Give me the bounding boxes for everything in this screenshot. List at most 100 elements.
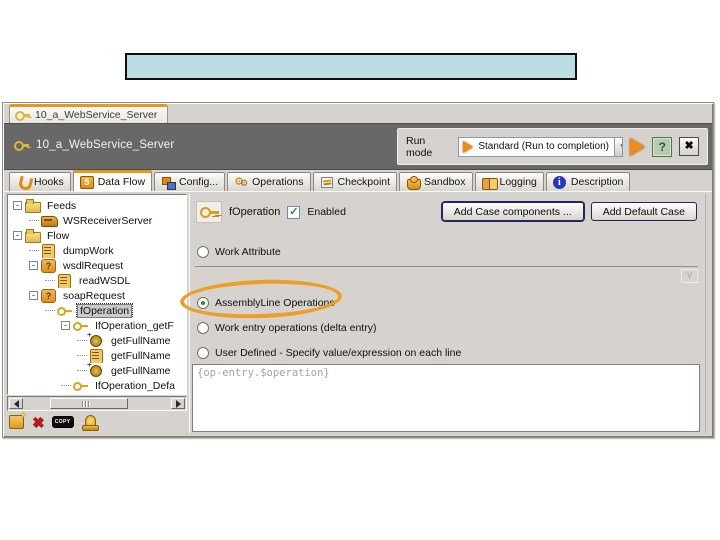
close-button[interactable]: ✖ (679, 137, 699, 156)
component-tree: - Feeds WSReceiverServer - Flow dumpWork - wsdl… (7, 194, 187, 395)
collapse-expander-icon[interactable]: - (61, 321, 70, 330)
tree-item-wsreceiverserver[interactable]: WSReceiverServer (8, 213, 186, 228)
tree-connector-line (77, 355, 87, 356)
radio-button[interactable] (197, 297, 209, 309)
func-icon (87, 363, 105, 377)
work-attribute-select[interactable]: ∨ (195, 266, 698, 283)
tab-description[interactable]: Description (545, 172, 631, 191)
tree-item-label: getFullName (111, 364, 171, 377)
tree-connector-line (45, 280, 55, 281)
collapse-expander-icon[interactable]: - (13, 231, 22, 240)
tree-item-label: soapRequest (63, 289, 125, 302)
tree-item-readwsdl[interactable]: readWSDL (8, 273, 186, 288)
choice-icon (41, 289, 57, 303)
radio-label: Work Attribute (215, 246, 281, 258)
config-icon (161, 176, 177, 190)
tree-connector-line (29, 250, 39, 251)
tree-item-label: readWSDL (79, 274, 131, 287)
radio-user-defined-specify-value-expression-on-each-line[interactable]: User Defined - Specify value/expression … (197, 347, 461, 359)
tab-hooks[interactable]: Hooks (9, 172, 71, 191)
scroll-right-button[interactable] (171, 398, 185, 409)
tree-item-dumpwork[interactable]: dumpWork (8, 243, 186, 258)
delete-icon[interactable]: ✖ (32, 414, 44, 431)
tree-item-getfullname[interactable]: getFullName (8, 363, 186, 378)
radio-button[interactable] (197, 322, 209, 334)
run-button[interactable] (630, 137, 646, 156)
key-icon (15, 109, 31, 121)
copy-icon[interactable]: COPY (51, 416, 74, 428)
tree-item-ifoperation-defa[interactable]: IfOperation_Defa (8, 378, 186, 393)
document-tab-label: 10_a_WebService_Server (35, 109, 158, 121)
new-component-icon[interactable] (9, 410, 27, 429)
chevron-down-icon[interactable]: ▾ (613, 137, 623, 156)
switch-icon (57, 304, 73, 317)
tree-connector-line (29, 220, 39, 221)
radio-work-attribute[interactable]: Work Attribute (197, 246, 281, 258)
document-tab[interactable]: 10_a_WebService_Server (9, 104, 169, 123)
add-default-case-button[interactable]: Add Default Case (590, 202, 697, 221)
collapse-expander-icon[interactable]: - (29, 261, 38, 270)
description-icon (552, 175, 567, 189)
func-icon (87, 333, 105, 347)
radio-assemblyline-operations[interactable]: AssemblyLine Operations (197, 297, 335, 309)
app-window: 10_a_WebService_Server 10_a_WebService_S… (2, 102, 714, 438)
collapse-expander-icon[interactable]: - (29, 291, 38, 300)
window-header: 10_a_WebService_Server Run mode Standard… (4, 123, 712, 170)
tree-item-label: Feeds (47, 199, 77, 212)
tab-data-flow[interactable]: Data Flow (72, 170, 153, 191)
tab-logging[interactable]: Logging (474, 172, 544, 191)
expression-textarea[interactable]: {op-entry.$operation} (192, 364, 700, 432)
tab-label: Description (570, 176, 624, 188)
tab-config[interactable]: Config... (154, 172, 226, 191)
keys-icon (196, 201, 222, 223)
tree-item-label: getFullName (111, 334, 171, 347)
tab-operations[interactable]: Operations (227, 172, 311, 191)
radio-work-entry-operations-delta-entry[interactable]: Work entry operations (delta entry) (197, 322, 376, 334)
tree-item-label: WSReceiverServer (63, 214, 153, 227)
run-mode-strip: Run mode Standard (Run to completion) ▾ … (397, 128, 708, 165)
sandbox-icon (406, 175, 422, 190)
add-case-components-button[interactable]: Add Case components ... (441, 202, 584, 221)
enabled-label: Enabled (307, 206, 346, 218)
connector-icon (41, 214, 58, 227)
tree-item-soaprequest[interactable]: - soapRequest (8, 288, 186, 303)
tab-checkpoint[interactable]: Checkpoint (312, 172, 398, 191)
script-icon (89, 349, 105, 363)
tree-connector-line (77, 370, 87, 371)
tree-item-ifoperation-getf[interactable]: - IfOperation_getF (8, 318, 186, 333)
tab-label: Config... (179, 176, 219, 188)
hook-icon (16, 176, 30, 189)
horizontal-scrollbar[interactable] (7, 396, 187, 411)
chevron-down-icon[interactable]: ∨ (681, 269, 698, 283)
scroll-left-button[interactable] (9, 398, 23, 409)
tree-item-foperation[interactable]: fOperation (8, 303, 186, 318)
tree-panel: - Feeds WSReceiverServer - Flow dumpWork - wsdl… (7, 194, 187, 433)
dataflow-icon (79, 175, 94, 189)
run-mode-select[interactable]: Standard (Run to completion) ▾ (458, 136, 624, 157)
help-button[interactable]: ? (652, 136, 673, 157)
tab-bar: Hooks Data Flow Config... Operations Checkpo… (4, 170, 712, 192)
tree-toolbar: ✖ COPY (9, 410, 99, 432)
tree-item-flow[interactable]: - Flow (8, 228, 186, 243)
tree-item-label: IfOperation_Defa (95, 379, 175, 392)
tab-label: Hooks (34, 176, 64, 188)
component-icon[interactable] (81, 414, 99, 431)
tab-sandbox[interactable]: Sandbox (399, 172, 473, 191)
tree-item-feeds[interactable]: - Feeds (8, 198, 186, 213)
scrollbar-thumb[interactable] (50, 398, 128, 409)
tab-label: Data Flow (97, 176, 146, 188)
tree-item-label: wsdlRequest (63, 259, 124, 272)
collapse-expander-icon[interactable]: - (13, 201, 22, 210)
play-icon (463, 140, 474, 153)
case-buttons: Add Case components ... Add Default Case (441, 202, 697, 221)
tree-item-label: fOperation (75, 303, 134, 318)
enabled-checkbox[interactable]: ✓ (287, 205, 301, 219)
tab-label: Logging (499, 176, 537, 188)
radio-button[interactable] (197, 347, 209, 359)
tree-item-getfullname[interactable]: getFullName (8, 333, 186, 348)
header-title: 10_a_WebService_Server (36, 139, 175, 151)
tree-item-getfullname[interactable]: getFullName (8, 348, 186, 363)
radio-button[interactable] (197, 246, 209, 258)
tree-item-wsdlrequest[interactable]: - wsdlRequest (8, 258, 186, 273)
tree-item-label: dumpWork (63, 244, 114, 257)
